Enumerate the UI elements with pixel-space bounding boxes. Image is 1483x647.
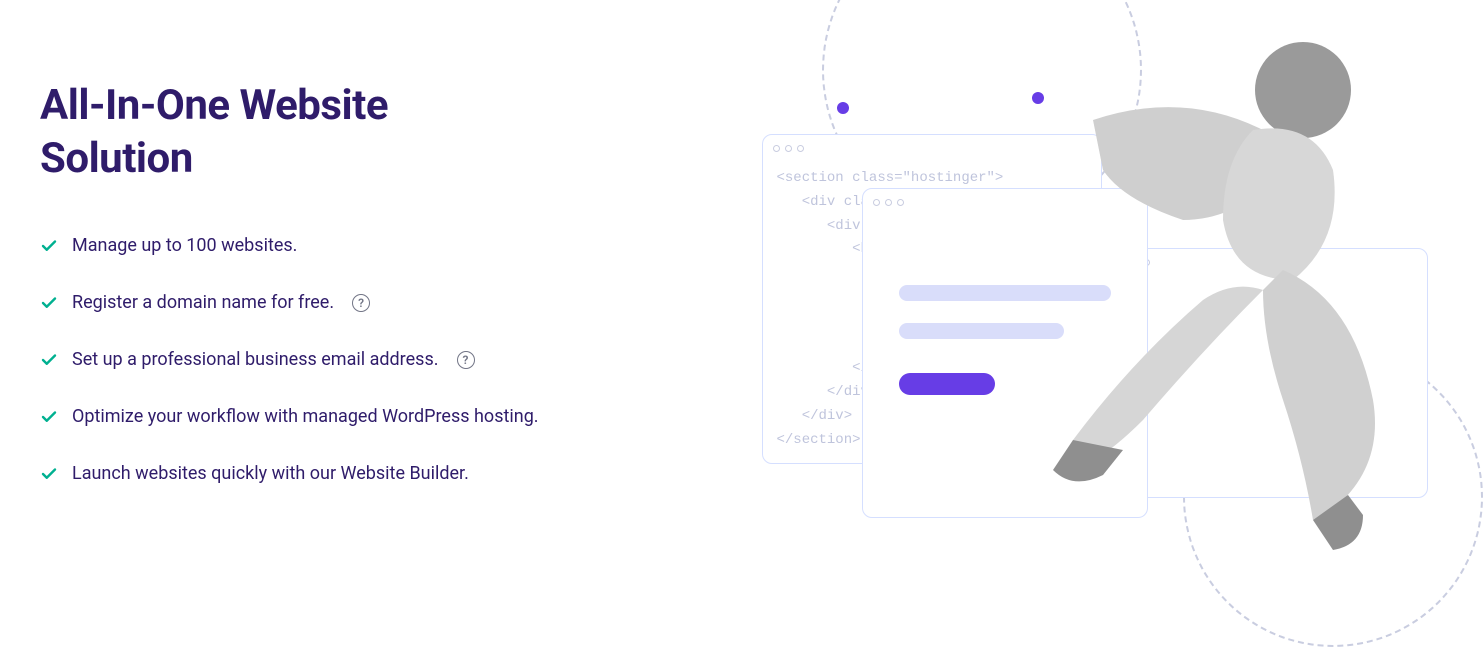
feature-text: Register a domain name for free. — [72, 292, 334, 313]
feature-item: Optimize your workflow with managed Word… — [40, 406, 742, 427]
check-icon — [40, 408, 58, 426]
feature-item: Set up a professional business email add… — [40, 349, 742, 370]
feature-text: Optimize your workflow with managed Word… — [72, 406, 539, 427]
hero-illustration: <section class="hostinger"> <div class <… — [742, 30, 1444, 517]
feature-text: Manage up to 100 websites. — [72, 235, 297, 256]
pill-button-icon — [899, 373, 995, 395]
check-icon — [40, 465, 58, 483]
check-icon — [40, 237, 58, 255]
help-icon[interactable]: ? — [457, 351, 475, 369]
feature-text: Launch websites quickly with our Website… — [72, 463, 469, 484]
check-icon — [40, 294, 58, 312]
check-icon — [40, 351, 58, 369]
feature-list: Manage up to 100 websites. Register a do… — [40, 235, 742, 484]
feature-item: Launch websites quickly with our Website… — [40, 463, 742, 484]
feature-item: Register a domain name for free. ? — [40, 292, 742, 313]
section-heading: All-In-One Website Solution — [40, 80, 480, 185]
help-icon[interactable]: ? — [352, 294, 370, 312]
person-jumping-icon — [1033, 20, 1433, 560]
dot-icon — [837, 102, 849, 114]
feature-item: Manage up to 100 websites. — [40, 235, 742, 256]
feature-text: Set up a professional business email add… — [72, 349, 439, 370]
